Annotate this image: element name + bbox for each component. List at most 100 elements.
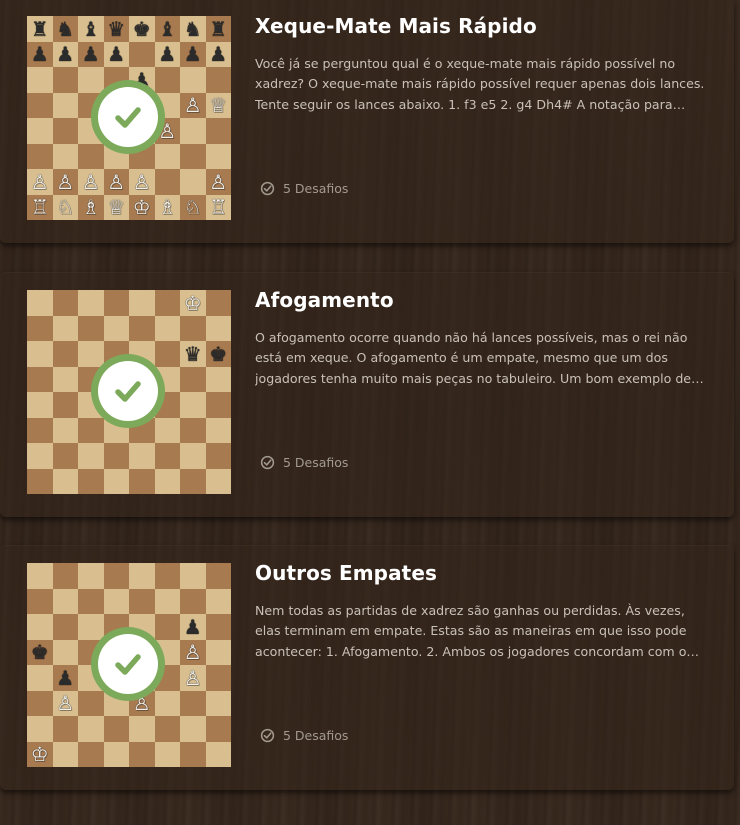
board-square xyxy=(52,588,78,614)
board-square xyxy=(180,443,206,469)
board-square xyxy=(27,118,53,144)
challenge-count: 5 Desafios xyxy=(260,728,348,743)
board-square: ♛ xyxy=(103,16,129,42)
board-square: ♟ xyxy=(180,614,206,640)
board-square xyxy=(205,315,231,341)
board-square: ♖ xyxy=(205,194,231,220)
board-square xyxy=(154,614,180,640)
white-bishop-icon: ♗ xyxy=(81,195,100,220)
board-square xyxy=(52,741,78,767)
board-square xyxy=(27,417,53,443)
black-pawn-icon: ♟ xyxy=(107,42,126,67)
board-square: ♙ xyxy=(78,169,104,195)
board-square xyxy=(52,92,78,118)
board-square xyxy=(129,290,155,316)
lesson-board[interactable]: ♔ ♛ ♚ xyxy=(27,290,231,494)
board-square xyxy=(180,169,206,195)
board-square: ♙ xyxy=(180,92,206,118)
black-knight-icon: ♞ xyxy=(56,16,75,41)
board-square xyxy=(154,143,180,169)
board-square xyxy=(27,588,53,614)
board-square xyxy=(180,118,206,144)
board-square xyxy=(205,639,231,665)
white-pawn-icon: ♙ xyxy=(183,93,202,118)
black-king-icon: ♚ xyxy=(209,341,228,366)
board-square xyxy=(78,468,104,494)
board-square xyxy=(103,443,129,469)
board-square xyxy=(154,417,180,443)
check-circle-icon xyxy=(260,455,275,470)
board-square: ♘ xyxy=(52,194,78,220)
board-square xyxy=(103,563,129,589)
checkmark-icon xyxy=(115,107,141,128)
board-square: ♟ xyxy=(103,41,129,67)
board-square xyxy=(154,290,180,316)
white-queen-icon: ♕ xyxy=(209,93,228,118)
board-square: ♟ xyxy=(78,41,104,67)
lesson-title[interactable]: Outros Empates xyxy=(255,561,437,585)
black-king-icon: ♚ xyxy=(132,16,151,41)
board-square: ♙ xyxy=(52,169,78,195)
completed-badge-inner xyxy=(98,87,158,147)
board-square: ♜ xyxy=(205,16,231,42)
board-square xyxy=(78,290,104,316)
board-square xyxy=(78,741,104,767)
board-square xyxy=(154,690,180,716)
board-square: ♚ xyxy=(205,341,231,367)
board-square xyxy=(52,315,78,341)
lesson-card-2[interactable]: ♔ ♛ ♚ Afogamento O afogamento ocorre quand… xyxy=(0,272,734,517)
black-pawn-icon: ♟ xyxy=(56,665,75,690)
challenge-count-label: 5 Desafios xyxy=(283,181,349,196)
check-circle-icon xyxy=(260,181,275,196)
board-square: ♞ xyxy=(180,16,206,42)
board-square xyxy=(103,468,129,494)
lesson-card-1[interactable]: ♜ ♞ ♝ ♛ ♚ ♝ ♞ ♜ ♟ ♟ ♟ ♟ ♟ ♟ ♟ ♟ ♙ ♕ ♙ ♙ ♙ ♙ ♙ ♙ ♙ ♖ ♘ ♗ ♕ ♔ ♗ ♘ ♖ Xeque-… xyxy=(0,0,734,243)
board-square xyxy=(180,366,206,392)
board-square xyxy=(180,143,206,169)
board-square xyxy=(27,366,53,392)
lesson-board[interactable]: ♜ ♞ ♝ ♛ ♚ ♝ ♞ ♜ ♟ ♟ ♟ ♟ ♟ ♟ ♟ ♟ ♙ ♕ ♙ ♙ ♙ ♙ ♙ ♙ ♙ ♖ ♘ ♗ ♕ ♔ ♗ ♘ ♖ xyxy=(27,16,231,220)
lesson-title[interactable]: Afogamento xyxy=(255,288,394,312)
lesson-card-3[interactable]: ♟ ♚ ♙ ♟ ♙ ♙ ♙ ♔ Outros Empates Nem todas as par… xyxy=(0,545,734,790)
white-pawn-icon: ♙ xyxy=(183,665,202,690)
board-square xyxy=(78,588,104,614)
board-square xyxy=(27,392,53,418)
board-square xyxy=(180,417,206,443)
lesson-board[interactable]: ♟ ♚ ♙ ♟ ♙ ♙ ♙ ♔ xyxy=(27,563,231,767)
lesson-title[interactable]: Xeque-Mate Mais Rápido xyxy=(255,14,537,38)
board-square xyxy=(205,563,231,589)
board-square xyxy=(52,290,78,316)
board-square: ♔ xyxy=(27,741,53,767)
checkmark-icon xyxy=(115,654,141,675)
board-square: ♟ xyxy=(154,41,180,67)
board-square: ♞ xyxy=(52,16,78,42)
board-square xyxy=(205,588,231,614)
board-square: ♚ xyxy=(129,16,155,42)
board-square xyxy=(205,443,231,469)
board-square: ♙ xyxy=(103,169,129,195)
board-square xyxy=(129,443,155,469)
lesson-description: Você já se perguntou qual é o xeque-mate… xyxy=(255,56,705,112)
board-square xyxy=(78,690,104,716)
white-pawn-icon: ♙ xyxy=(209,169,228,194)
white-pawn-icon: ♙ xyxy=(183,640,202,665)
board-square: ♝ xyxy=(154,16,180,42)
board-square xyxy=(180,315,206,341)
black-pawn-icon: ♟ xyxy=(209,42,228,67)
board-square xyxy=(27,67,53,93)
white-queen-icon: ♕ xyxy=(107,195,126,220)
board-square xyxy=(27,716,53,742)
white-rook-icon: ♖ xyxy=(30,195,49,220)
board-square xyxy=(205,366,231,392)
board-square xyxy=(52,366,78,392)
board-square xyxy=(205,741,231,767)
black-pawn-icon: ♟ xyxy=(158,42,177,67)
board-square xyxy=(154,341,180,367)
board-square: ♙ xyxy=(52,690,78,716)
board-square xyxy=(205,417,231,443)
board-square xyxy=(27,563,53,589)
board-square xyxy=(129,41,155,67)
board-square: ♝ xyxy=(78,16,104,42)
board-square xyxy=(103,716,129,742)
board-square: ♔ xyxy=(180,290,206,316)
